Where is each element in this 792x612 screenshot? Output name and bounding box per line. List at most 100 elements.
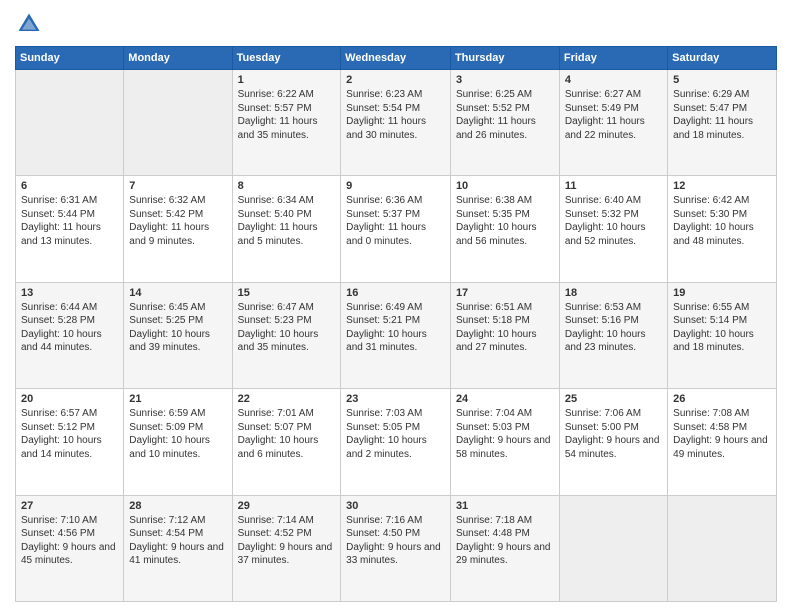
day-info: Sunrise: 6:31 AMSunset: 5:44 PMDaylight:… xyxy=(21,195,101,247)
day-info: Sunrise: 7:16 AMSunset: 4:50 PMDaylight:… xyxy=(346,515,441,567)
day-number: 4 xyxy=(565,74,662,86)
weekday-row: SundayMondayTuesdayWednesdayThursdayFrid… xyxy=(16,47,777,70)
day-info: Sunrise: 6:59 AMSunset: 5:09 PMDaylight:… xyxy=(129,408,210,460)
calendar-day: 11 Sunrise: 6:40 AMSunset: 5:32 PMDayligh… xyxy=(559,176,667,282)
day-info: Sunrise: 7:12 AMSunset: 4:54 PMDaylight:… xyxy=(129,515,224,567)
calendar-body: 1 Sunrise: 6:22 AMSunset: 5:57 PMDaylight… xyxy=(16,70,777,602)
day-info: Sunrise: 6:34 AMSunset: 5:40 PMDaylight:… xyxy=(238,195,318,247)
day-number: 31 xyxy=(456,500,554,512)
day-info: Sunrise: 7:18 AMSunset: 4:48 PMDaylight:… xyxy=(456,515,551,567)
day-number: 30 xyxy=(346,500,445,512)
weekday-header: Thursday xyxy=(450,47,559,70)
day-info: Sunrise: 6:47 AMSunset: 5:23 PMDaylight:… xyxy=(238,302,319,354)
day-number: 3 xyxy=(456,74,554,86)
calendar-day xyxy=(16,70,124,176)
day-number: 24 xyxy=(456,393,554,405)
day-number: 9 xyxy=(346,180,445,192)
calendar-day: 8Sunrise: 6:34 AMSunset: 5:40 PMDaylight… xyxy=(232,176,341,282)
day-info: Sunrise: 7:04 AMSunset: 5:03 PMDaylight:… xyxy=(456,408,551,460)
weekday-header: Wednesday xyxy=(341,47,451,70)
day-info: Sunrise: 6:27 AMSunset: 5:49 PMDaylight:… xyxy=(565,89,645,141)
calendar-day: 13 Sunrise: 6:44 AMSunset: 5:28 PMDayligh… xyxy=(16,282,124,388)
calendar-week: 20 Sunrise: 6:57 AMSunset: 5:12 PMDayligh… xyxy=(16,389,777,495)
day-number: 6 xyxy=(21,180,118,192)
calendar-day: 23Sunrise: 7:03 AMSunset: 5:05 PMDayligh… xyxy=(341,389,451,495)
day-number: 18 xyxy=(565,287,662,299)
day-number: 5 xyxy=(673,74,771,86)
day-number: 13 xyxy=(21,287,118,299)
day-info: Sunrise: 7:14 AMSunset: 4:52 PMDaylight:… xyxy=(238,515,333,567)
calendar-day: 16 Sunrise: 6:49 AMSunset: 5:21 PMDayligh… xyxy=(341,282,451,388)
day-info: Sunrise: 6:49 AMSunset: 5:21 PMDaylight:… xyxy=(346,302,427,354)
day-info: Sunrise: 7:08 AMSunset: 4:58 PMDaylight:… xyxy=(673,408,768,460)
calendar-day: 2Sunrise: 6:23 AMSunset: 5:54 PMDaylight… xyxy=(341,70,451,176)
header xyxy=(15,10,777,38)
day-number: 10 xyxy=(456,180,554,192)
calendar-day: 15 Sunrise: 6:47 AMSunset: 5:23 PMDayligh… xyxy=(232,282,341,388)
calendar-day xyxy=(559,495,667,601)
day-info: Sunrise: 6:44 AMSunset: 5:28 PMDaylight:… xyxy=(21,302,102,354)
day-number: 11 xyxy=(565,180,662,192)
calendar-day: 20 Sunrise: 6:57 AMSunset: 5:12 PMDayligh… xyxy=(16,389,124,495)
day-number: 22 xyxy=(238,393,336,405)
day-info: Sunrise: 6:36 AMSunset: 5:37 PMDaylight:… xyxy=(346,195,426,247)
day-info: Sunrise: 6:32 AMSunset: 5:42 PMDaylight:… xyxy=(129,195,209,247)
calendar-day: 6 Sunrise: 6:31 AMSunset: 5:44 PMDaylight… xyxy=(16,176,124,282)
calendar-day: 27 Sunrise: 7:10 AMSunset: 4:56 PMDayligh… xyxy=(16,495,124,601)
calendar-day: 4 Sunrise: 6:27 AMSunset: 5:49 PMDaylight… xyxy=(559,70,667,176)
day-number: 15 xyxy=(238,287,336,299)
day-info: Sunrise: 7:06 AMSunset: 5:00 PMDaylight:… xyxy=(565,408,660,460)
calendar-day: 9 Sunrise: 6:36 AMSunset: 5:37 PMDaylight… xyxy=(341,176,451,282)
day-number: 25 xyxy=(565,393,662,405)
day-info: Sunrise: 6:45 AMSunset: 5:25 PMDaylight:… xyxy=(129,302,210,354)
day-number: 17 xyxy=(456,287,554,299)
day-number: 16 xyxy=(346,287,445,299)
day-info: Sunrise: 7:03 AMSunset: 5:05 PMDaylight:… xyxy=(346,408,427,460)
calendar-week: 6 Sunrise: 6:31 AMSunset: 5:44 PMDaylight… xyxy=(16,176,777,282)
day-info: Sunrise: 7:10 AMSunset: 4:56 PMDaylight:… xyxy=(21,515,116,567)
day-info: Sunrise: 6:53 AMSunset: 5:16 PMDaylight:… xyxy=(565,302,646,354)
calendar-day xyxy=(124,70,232,176)
calendar-table: SundayMondayTuesdayWednesdayThursdayFrid… xyxy=(15,46,777,602)
day-number: 7 xyxy=(129,180,226,192)
calendar-day: 18 Sunrise: 6:53 AMSunset: 5:16 PMDayligh… xyxy=(559,282,667,388)
calendar-day: 21Sunrise: 6:59 AMSunset: 5:09 PMDayligh… xyxy=(124,389,232,495)
calendar-day: 19 Sunrise: 6:55 AMSunset: 5:14 PMDayligh… xyxy=(668,282,777,388)
calendar-header: SundayMondayTuesdayWednesdayThursdayFrid… xyxy=(16,47,777,70)
calendar-day: 17 Sunrise: 6:51 AMSunset: 5:18 PMDayligh… xyxy=(450,282,559,388)
calendar-day: 5Sunrise: 6:29 AMSunset: 5:47 PMDaylight… xyxy=(668,70,777,176)
day-info: Sunrise: 6:23 AMSunset: 5:54 PMDaylight:… xyxy=(346,89,426,141)
calendar-day: 31 Sunrise: 7:18 AMSunset: 4:48 PMDayligh… xyxy=(450,495,559,601)
calendar-day: 3Sunrise: 6:25 AMSunset: 5:52 PMDaylight… xyxy=(450,70,559,176)
calendar-day: 7 Sunrise: 6:32 AMSunset: 5:42 PMDaylight… xyxy=(124,176,232,282)
weekday-header: Friday xyxy=(559,47,667,70)
day-info: Sunrise: 6:42 AMSunset: 5:30 PMDaylight:… xyxy=(673,195,754,247)
calendar-day: 14 Sunrise: 6:45 AMSunset: 5:25 PMDayligh… xyxy=(124,282,232,388)
day-info: Sunrise: 6:57 AMSunset: 5:12 PMDaylight:… xyxy=(21,408,102,460)
day-number: 1 xyxy=(238,74,336,86)
day-number: 27 xyxy=(21,500,118,512)
logo-icon xyxy=(15,10,43,38)
day-info: Sunrise: 6:55 AMSunset: 5:14 PMDaylight:… xyxy=(673,302,754,354)
day-info: Sunrise: 6:40 AMSunset: 5:32 PMDaylight:… xyxy=(565,195,646,247)
calendar-day: 30 Sunrise: 7:16 AMSunset: 4:50 PMDayligh… xyxy=(341,495,451,601)
logo xyxy=(15,10,47,38)
day-number: 19 xyxy=(673,287,771,299)
day-number: 28 xyxy=(129,500,226,512)
weekday-header: Monday xyxy=(124,47,232,70)
calendar-day: 1 Sunrise: 6:22 AMSunset: 5:57 PMDaylight… xyxy=(232,70,341,176)
calendar-day: 24 Sunrise: 7:04 AMSunset: 5:03 PMDayligh… xyxy=(450,389,559,495)
day-info: Sunrise: 6:51 AMSunset: 5:18 PMDaylight:… xyxy=(456,302,537,354)
calendar-week: 27 Sunrise: 7:10 AMSunset: 4:56 PMDayligh… xyxy=(16,495,777,601)
day-number: 20 xyxy=(21,393,118,405)
day-number: 26 xyxy=(673,393,771,405)
day-info: Sunrise: 6:38 AMSunset: 5:35 PMDaylight:… xyxy=(456,195,537,247)
calendar-day: 10 Sunrise: 6:38 AMSunset: 5:35 PMDayligh… xyxy=(450,176,559,282)
calendar-week: 13 Sunrise: 6:44 AMSunset: 5:28 PMDayligh… xyxy=(16,282,777,388)
day-info: Sunrise: 6:22 AMSunset: 5:57 PMDaylight:… xyxy=(238,89,318,141)
day-number: 14 xyxy=(129,287,226,299)
calendar-day: 28 Sunrise: 7:12 AMSunset: 4:54 PMDayligh… xyxy=(124,495,232,601)
calendar-week: 1 Sunrise: 6:22 AMSunset: 5:57 PMDaylight… xyxy=(16,70,777,176)
calendar-day: 22Sunrise: 7:01 AMSunset: 5:07 PMDayligh… xyxy=(232,389,341,495)
calendar-day: 25 Sunrise: 7:06 AMSunset: 5:00 PMDayligh… xyxy=(559,389,667,495)
